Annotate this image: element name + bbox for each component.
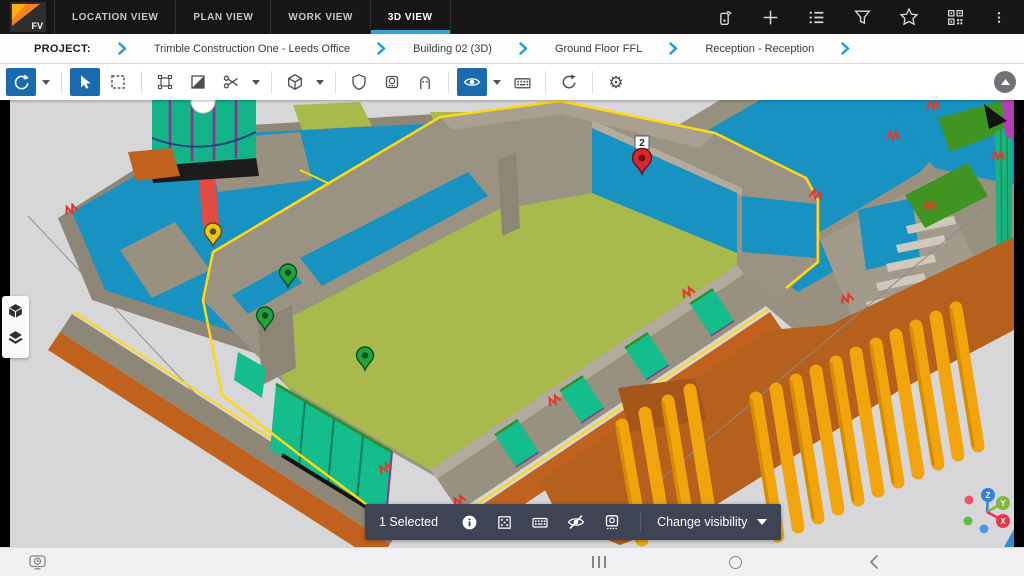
gear-icon: ⚙	[608, 74, 623, 91]
chevron-right-icon	[841, 42, 850, 55]
chevron-up-icon	[1001, 79, 1010, 85]
change-visibility-button[interactable]: Change visibility	[657, 515, 747, 529]
fit-to-view-icon[interactable]	[496, 514, 513, 531]
recent-apps-button[interactable]	[592, 548, 606, 576]
top-app-bar: FV LOCATION VIEW PLAN VIEW WORK VIEW 3D …	[0, 0, 1024, 34]
home-button[interactable]	[729, 548, 742, 576]
cursor-icon	[76, 73, 94, 91]
section-cut-button[interactable]	[216, 68, 246, 96]
hide-eye-off-icon[interactable]	[567, 513, 585, 531]
toolbar-divider	[335, 71, 336, 93]
shade-icon	[189, 73, 207, 91]
breadcrumb-item-room[interactable]: Reception - Reception	[705, 43, 814, 55]
clash-shield-button[interactable]	[344, 68, 374, 96]
gizmo-x-label: X	[1000, 517, 1006, 526]
keyboard-icon	[513, 73, 532, 92]
visibility-tool-button[interactable]	[457, 68, 487, 96]
shield-icon	[350, 73, 368, 91]
toolbar-divider	[271, 71, 272, 93]
3d-model-scene[interactable]: 2 Z Y X	[10, 100, 1014, 547]
tab-3d-view[interactable]: 3D VIEW	[370, 0, 451, 34]
orbit-icon	[12, 73, 30, 91]
toolbar-divider	[545, 71, 546, 93]
view-cube-button[interactable]	[280, 68, 310, 96]
ghost-icon	[416, 73, 434, 91]
visibility-tool-caret[interactable]	[490, 68, 504, 96]
pin-count-label: 2	[639, 138, 645, 149]
selection-count: 1 Selected	[379, 515, 438, 529]
chevron-right-icon	[377, 42, 386, 55]
marquee-select-button[interactable]	[103, 68, 133, 96]
tab-plan-view[interactable]: PLAN VIEW	[175, 0, 270, 34]
orbit-tool-caret[interactable]	[39, 68, 53, 96]
gizmo-dot-negative-y[interactable]	[964, 517, 973, 526]
gizmo-dot-negative-x[interactable]	[965, 496, 974, 505]
viewer-toolbar: ⚙	[0, 64, 1024, 100]
gizmo-z-label: Z	[986, 491, 991, 500]
model-tree-icon[interactable]	[8, 303, 23, 324]
back-button[interactable]	[869, 548, 879, 576]
tab-location-view[interactable]: LOCATION VIEW	[54, 0, 175, 34]
settings-button[interactable]: ⚙	[601, 68, 631, 96]
model-layers-panel	[2, 296, 29, 358]
breadcrumb-item-building[interactable]: Building 02 (3D)	[413, 43, 492, 55]
gizmo-dot-negative-z[interactable]	[980, 525, 989, 534]
layers-icon[interactable]	[8, 330, 23, 351]
keyboard-icon[interactable]	[531, 513, 549, 531]
chevron-down-icon[interactable]	[757, 519, 767, 525]
collapse-toolbar-button[interactable]	[994, 71, 1016, 93]
section-cut-caret[interactable]	[249, 68, 263, 96]
app-logo[interactable]: FV	[10, 2, 46, 32]
chevron-right-icon	[519, 42, 528, 55]
breadcrumb: PROJECT: Trimble Construction One - Leed…	[0, 34, 1024, 64]
breadcrumb-item-site[interactable]: Trimble Construction One - Leeds Office	[154, 43, 350, 55]
scan-device-icon[interactable]	[715, 8, 734, 27]
overlay-tool-button[interactable]	[377, 68, 407, 96]
breadcrumb-item-floor[interactable]: Ground Floor FFL	[555, 43, 642, 55]
screenshot-toolbar-icon[interactable]	[28, 548, 47, 576]
breadcrumb-project-label: PROJECT:	[34, 43, 91, 55]
ghost-mode-button[interactable]	[410, 68, 440, 96]
toolbar-divider	[141, 71, 142, 93]
keyboard-tool-button[interactable]	[507, 68, 537, 96]
refresh-icon	[560, 73, 578, 91]
toolbar-divider	[592, 71, 593, 93]
more-options-icon[interactable]	[992, 8, 1006, 27]
isolate-icon[interactable]	[603, 513, 621, 531]
selection-action-bar: 1 Selected Change visibility	[365, 504, 781, 540]
chevron-right-icon	[118, 42, 127, 55]
toolbar-divider	[448, 71, 449, 93]
overlay-icon	[383, 73, 401, 91]
app-logo-text: FV	[31, 21, 43, 31]
marquee-icon	[109, 73, 127, 91]
3d-viewport[interactable]: 2 Z Y X	[0, 100, 1024, 547]
shade-tool-button[interactable]	[183, 68, 213, 96]
filter-icon[interactable]	[853, 8, 872, 27]
viewport-right-letterbox	[1014, 100, 1024, 547]
toolbar-divider	[61, 71, 62, 93]
view-cube-caret[interactable]	[313, 68, 327, 96]
orbit-tool-button[interactable]	[6, 68, 36, 96]
transform-icon	[156, 73, 174, 91]
tab-work-view[interactable]: WORK VIEW	[270, 0, 370, 34]
refresh-button[interactable]	[554, 68, 584, 96]
gizmo-y-label: Y	[1000, 499, 1006, 508]
selection-bar-divider	[640, 512, 641, 532]
transform-tool-button[interactable]	[150, 68, 180, 96]
favorite-star-icon[interactable]	[899, 7, 919, 27]
add-icon[interactable]	[761, 8, 780, 27]
view-tabs: LOCATION VIEW PLAN VIEW WORK VIEW 3D VIE…	[54, 0, 451, 34]
scissors-icon	[222, 73, 240, 91]
top-action-icons	[715, 0, 1024, 34]
info-icon[interactable]	[461, 514, 478, 531]
task-list-icon[interactable]	[807, 8, 826, 27]
chevron-right-icon	[669, 42, 678, 55]
system-navigation-bar	[0, 547, 1024, 576]
cube-icon	[286, 73, 304, 91]
eye-icon	[463, 73, 481, 91]
select-tool-button[interactable]	[70, 68, 100, 96]
qr-code-icon[interactable]	[946, 8, 965, 27]
